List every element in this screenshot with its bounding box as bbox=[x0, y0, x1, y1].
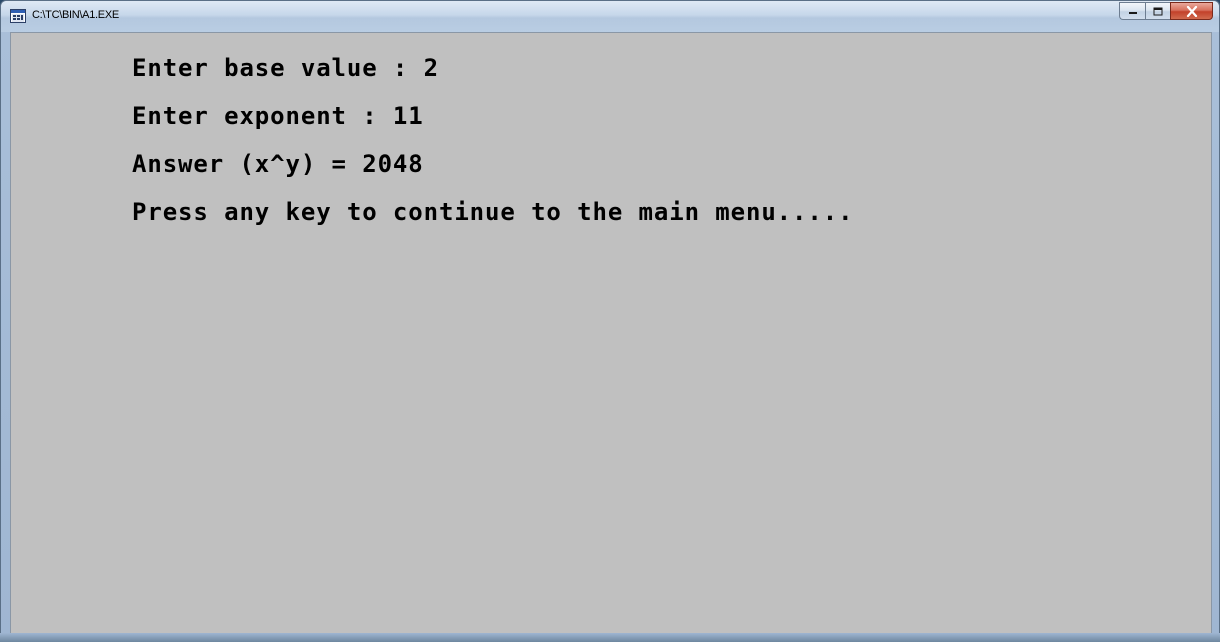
title-bar[interactable]: C:\TC\BIN\A1.EXE bbox=[1, 1, 1219, 32]
caption-buttons bbox=[1119, 2, 1213, 21]
close-icon bbox=[1186, 5, 1197, 17]
maximize-button[interactable] bbox=[1145, 2, 1170, 20]
maximize-icon bbox=[1153, 7, 1163, 15]
console-line-answer: Answer (x^y) = 2048 bbox=[132, 150, 424, 178]
console-line-exponent-prompt: Enter exponent : 11 bbox=[132, 102, 424, 130]
console-window: C:\TC\BIN\A1.EXE Enter base value : 2 En… bbox=[0, 0, 1220, 642]
close-button[interactable] bbox=[1170, 2, 1213, 20]
console-line-continue-prompt: Press any key to continue to the main me… bbox=[132, 198, 854, 226]
window-title: C:\TC\BIN\A1.EXE bbox=[32, 9, 119, 21]
minimize-icon bbox=[1128, 12, 1137, 14]
console-output-area[interactable]: Enter base value : 2 Enter exponent : 11… bbox=[10, 32, 1212, 634]
minimize-button[interactable] bbox=[1119, 2, 1145, 20]
window-bottom-border bbox=[0, 633, 1220, 642]
console-line-base-prompt: Enter base value : 2 bbox=[132, 54, 439, 82]
console-app-icon bbox=[10, 9, 26, 23]
